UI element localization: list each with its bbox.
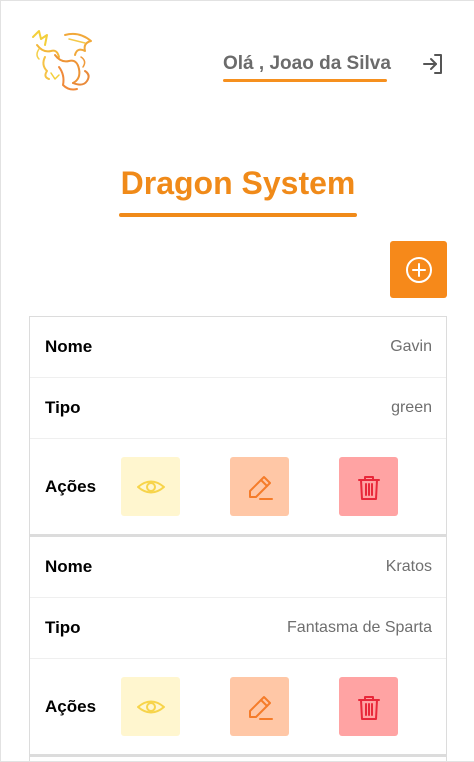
dragon-list: Nome Gavin Tipo green Ações Nome Kratos … (29, 316, 447, 761)
name-row: Nome Gavin (30, 317, 446, 378)
app-frame: Olá , Joao da Silva Dragon System Nome G… (0, 0, 474, 762)
view-button[interactable] (121, 677, 180, 736)
pencil-icon (248, 695, 273, 720)
type-label: Tipo (45, 398, 81, 417)
type-row: Tipo green (30, 378, 446, 439)
title-underline (119, 213, 357, 217)
add-dragon-button[interactable] (390, 241, 447, 298)
actions-label: Ações (45, 696, 97, 716)
delete-button[interactable] (339, 457, 398, 516)
dragon-logo-icon (25, 27, 99, 99)
actions-row: Ações (30, 439, 446, 534)
user-greeting[interactable]: Olá , Joao da Silva (223, 53, 391, 75)
trash-icon (357, 475, 380, 500)
trash-icon (357, 695, 380, 720)
actions-label: Ações (45, 476, 97, 496)
dragon-type: Fantasma de Sparta (287, 619, 432, 636)
name-label: Nome (45, 337, 93, 356)
page-title: Dragon System (120, 165, 356, 201)
edit-button[interactable] (230, 457, 289, 516)
logout-icon[interactable] (421, 52, 445, 76)
view-button[interactable] (121, 457, 180, 516)
dragon-type: green (391, 399, 432, 416)
eye-icon (136, 700, 165, 713)
greeting-underline (223, 79, 387, 82)
edit-button[interactable] (230, 677, 289, 736)
dragon-card-partial (29, 757, 447, 761)
type-label: Tipo (45, 618, 81, 637)
dragon-card: Nome Gavin Tipo green Ações (29, 316, 447, 537)
name-row: Nome Kratos (30, 537, 446, 598)
name-label: Nome (45, 557, 93, 576)
eye-icon (136, 480, 165, 493)
dragon-card: Nome Kratos Tipo Fantasma de Sparta Açõe… (29, 537, 447, 757)
plus-circle-icon (405, 256, 432, 283)
type-row: Tipo Fantasma de Sparta (30, 598, 446, 659)
dragon-name: Kratos (385, 558, 432, 575)
actions-row: Ações (30, 659, 446, 754)
pencil-icon (248, 475, 273, 500)
dragon-name: Gavin (390, 338, 432, 355)
delete-button[interactable] (339, 677, 398, 736)
